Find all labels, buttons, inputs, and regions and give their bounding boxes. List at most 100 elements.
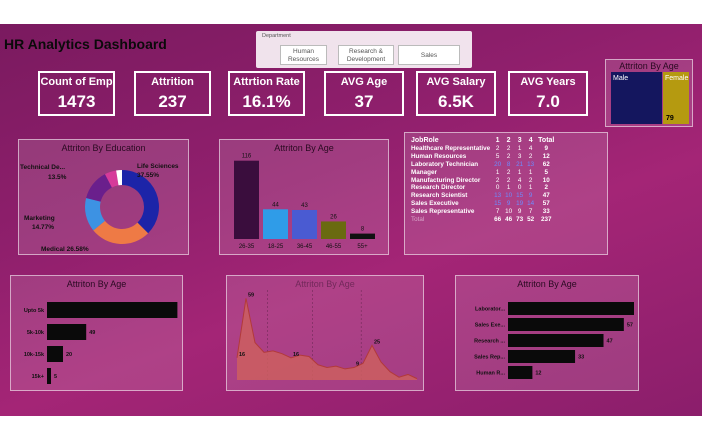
bar-category: Human R... <box>476 371 505 377</box>
label-life-pct: 37.55% <box>137 172 159 179</box>
female-label: Female <box>665 75 689 82</box>
table-row: Manufacturing Director 2 2 4 2 10 <box>409 177 556 185</box>
bar-value: 57 <box>627 323 633 329</box>
bar-value: 33 <box>578 355 584 361</box>
bar-category: 5k-10k <box>27 330 45 336</box>
hbar-1 <box>508 318 624 331</box>
matrix-cell: 15 <box>516 192 524 200</box>
age-bar-value: 44 <box>272 202 279 208</box>
role-bar-chart: Laborator... Sales Exe... 57 Research ... 47… <box>474 302 634 379</box>
kpi-value: 6.5K <box>438 92 474 111</box>
matrix-row-label: Healthcare Representative <box>411 144 491 152</box>
kpi-value: 237 <box>158 92 187 111</box>
label-marketing: Marketing <box>24 215 55 222</box>
matrix-cell: 1 <box>528 184 533 192</box>
bar-value: 20 <box>66 352 72 358</box>
hbar-0 <box>47 302 178 318</box>
female-value: 79 <box>666 115 674 122</box>
area-panel: Attriton By Age 16 59 16 9 25 <box>226 275 424 391</box>
matrix-cell: 33 <box>542 208 550 216</box>
matrix-row-label: Sales Representative <box>411 208 475 216</box>
matrix-cell: 0 <box>495 184 500 192</box>
area-data-label: 59 <box>248 292 254 298</box>
salary-bar-chart: Upto 5k 5k-10k 49 10k-15k 20 15k+ 5 <box>24 302 178 384</box>
matrix-cell: 9 <box>506 200 511 208</box>
matrix-cell: 10 <box>542 176 550 184</box>
area-data-label: 16 <box>293 352 299 358</box>
page-title: HR Analytics Dashboard <box>4 36 167 52</box>
area-data-label: 9 <box>356 362 359 368</box>
matrix-header-cell: JobRole <box>411 137 439 144</box>
matrix-cell: 10 <box>505 208 513 216</box>
matrix-cell: 66 <box>494 216 502 224</box>
matrix-cell: 9 <box>517 208 522 216</box>
matrix-cell: 52 <box>527 216 535 224</box>
table-row: Research Director 0 1 0 1 2 <box>409 184 556 192</box>
matrix-header-cell: 4 <box>528 137 533 144</box>
education-donut: Technical De... 13.5% Life Sciences 37.5… <box>20 163 179 253</box>
age-bar-category: 36-45 <box>297 244 313 250</box>
hbar-2 <box>47 346 63 362</box>
jobrole-matrix: JobRole 1 2 3 4 Total Healthcare Representati… <box>409 137 556 224</box>
bar-category: Laborator... <box>475 307 505 313</box>
kpi-label: Attrition <box>151 76 194 88</box>
table-row: Manager 1 2 1 1 5 <box>409 169 556 177</box>
gender-panel: Attriton By Age Male Female 79 <box>605 59 693 127</box>
hbar-2 <box>508 334 604 347</box>
matrix-cell: 2 <box>495 144 500 152</box>
matrix-cell: 2 <box>528 152 533 160</box>
slicer-option-research-development[interactable]: Research & Development <box>338 45 394 65</box>
age-bar-26-35 <box>234 160 259 239</box>
matrix-cell: 9 <box>544 144 549 152</box>
matrix-cell: 9 <box>528 192 533 200</box>
matrix-row-label: Manufacturing Director <box>411 176 481 184</box>
area-data-label: 25 <box>374 339 380 345</box>
kpi-label: Count of Emp <box>40 76 113 88</box>
kpi-label: AVG Age <box>340 76 388 88</box>
matrix-cell: 5 <box>495 152 500 160</box>
slicer-option-human-resources[interactable]: Human Resources <box>280 45 327 65</box>
table-row: Sales Executive 15 9 19 14 57 <box>409 200 556 208</box>
jobrole-panel: JobRole 1 2 3 4 Total Healthcare Representati… <box>404 132 608 255</box>
male-tile[interactable]: Male <box>611 72 662 124</box>
male-label: Male <box>613 75 629 82</box>
female-tile[interactable]: Female 79 <box>663 72 689 124</box>
kpi-value: 1473 <box>57 92 96 111</box>
matrix-cell: 5 <box>544 168 549 176</box>
table-row: Laboratory Technician 20 8 21 13 62 <box>409 161 556 169</box>
age-bar-46-55 <box>321 221 346 239</box>
matrix-cell: 237 <box>541 216 552 224</box>
matrix-row-label: Research Director <box>411 184 466 192</box>
matrix-cell: 73 <box>516 216 524 224</box>
age-bar-55+ <box>350 233 375 239</box>
bar-category: Sales Exe... <box>475 323 506 329</box>
matrix-cell: 10 <box>505 192 513 200</box>
matrix-cell: 13 <box>494 192 502 200</box>
slicer-option-sales[interactable]: Sales <box>398 45 460 65</box>
age-bar-value: 8 <box>361 227 365 233</box>
role-panel: Attriton By Age Laborator... Sales Exe...… <box>455 275 639 391</box>
label-life-sciences: Life Sciences <box>137 163 179 170</box>
kpi-attrition: Attrition 237 <box>134 71 211 116</box>
table-row: Total 66 46 73 52 237 <box>409 216 556 224</box>
matrix-cell: 4 <box>517 176 522 184</box>
table-row: Sales Representative 7 10 9 7 33 <box>409 208 556 216</box>
matrix-cell: 1 <box>528 168 533 176</box>
kpi-label: AVG Years <box>520 76 576 88</box>
matrix-cell: 14 <box>527 200 535 208</box>
kpi-label: Attrtion Rate <box>233 76 300 88</box>
hbar-0 <box>508 302 634 315</box>
matrix-cell: 7 <box>495 208 500 216</box>
matrix-cell: 62 <box>542 160 550 168</box>
matrix-cell: 46 <box>505 216 513 224</box>
age-bar-value: 116 <box>242 154 252 160</box>
table-row: Healthcare Representative 2 2 1 4 9 <box>409 145 556 153</box>
slicer-label: Department <box>262 33 291 39</box>
bar-category: Sales Rep... <box>474 355 505 361</box>
matrix-row-label: Laboratory Technician <box>411 160 479 168</box>
matrix-cell: 2 <box>506 168 511 176</box>
label-medical: Medical 26.58% <box>41 246 89 253</box>
kpi-value: 37 <box>354 92 374 111</box>
matrix-cell: 1 <box>517 144 522 152</box>
matrix-cell: 19 <box>516 200 524 208</box>
